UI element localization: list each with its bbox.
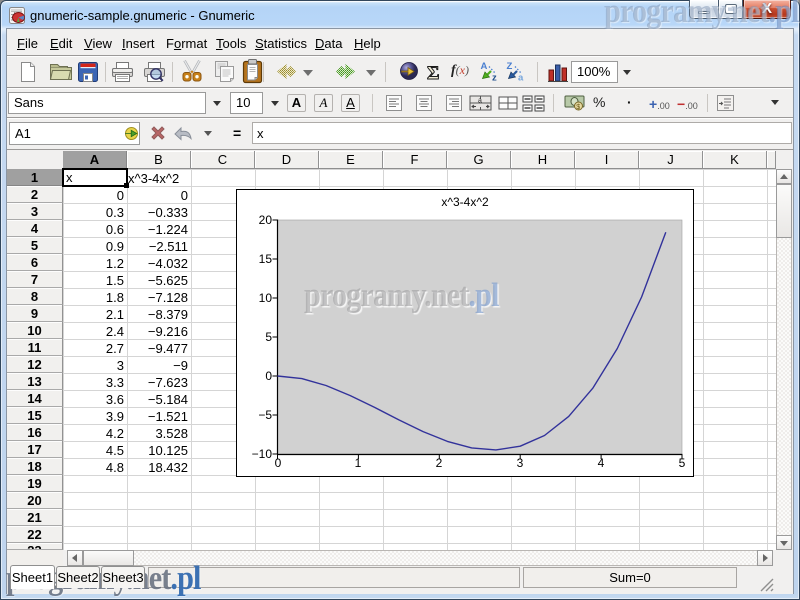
svg-text:3: 3 [517,456,524,470]
svg-text:a: a [478,98,482,105]
svg-text:−5: −5 [258,408,272,422]
svg-text:0: 0 [275,456,282,470]
svg-text:4: 4 [598,456,605,470]
svg-text:z: z [492,73,497,84]
svg-text:Σ: Σ [427,63,439,84]
svg-text:5: 5 [679,456,686,470]
svg-text:1: 1 [355,456,362,470]
svg-text:10: 10 [259,291,273,305]
svg-text:−10: −10 [252,447,273,461]
svg-text:5: 5 [265,330,272,344]
svg-text:x^3-4x^2: x^3-4x^2 [441,195,489,209]
svg-text:A: A [481,61,488,72]
svg-text:Z: Z [507,61,513,72]
svg-text:2: 2 [436,456,443,470]
svg-text:$: $ [576,104,580,111]
svg-text:20: 20 [259,213,273,227]
svg-text:0: 0 [265,369,272,383]
svg-text:15: 15 [259,252,273,266]
svg-text:a: a [518,73,524,84]
